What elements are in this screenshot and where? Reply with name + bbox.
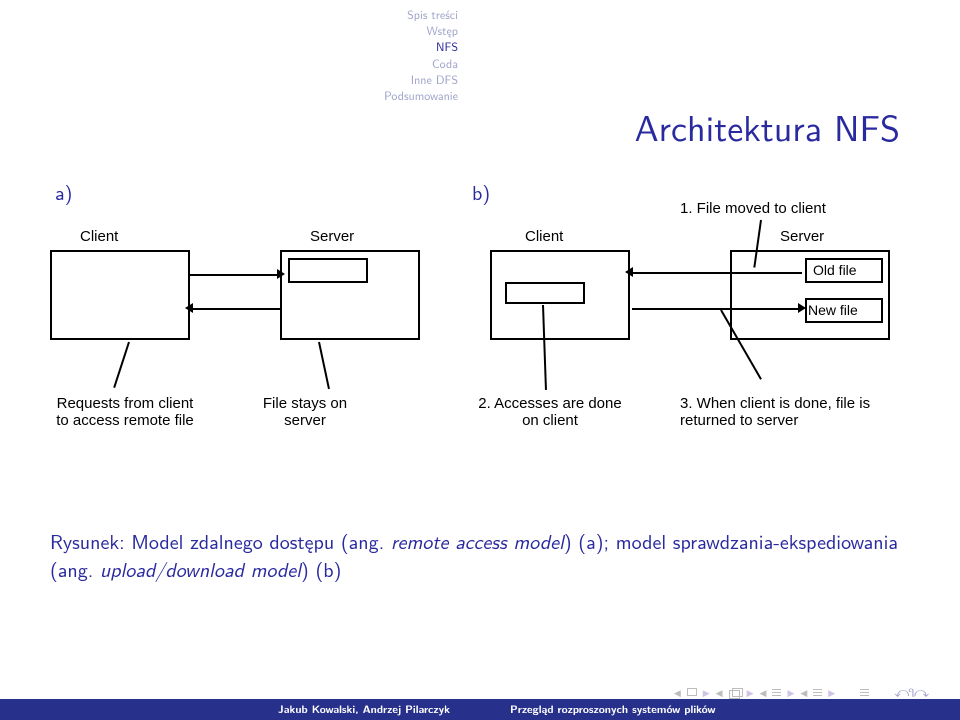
- b-caption-1: 1. File moved to client: [680, 200, 880, 217]
- a-client-label: Client: [80, 228, 118, 245]
- nav-sections: Spis treści Wstęp NFS Coda Inne DFS Pods…: [248, 6, 458, 103]
- a-file-box: [288, 258, 368, 283]
- footer-authors: Jakub Kowalski, Andrzej Pilarczyk: [0, 702, 480, 717]
- arrow-left-icon: [185, 303, 193, 313]
- goto-icon[interactable]: [772, 689, 781, 696]
- diagram: Client Server Requests from client to ac…: [40, 200, 920, 480]
- back-icon[interactable]: ◀: [800, 686, 807, 699]
- outline-icon[interactable]: [860, 689, 869, 696]
- caption-text: Model zdalnego dostępu (ang.: [125, 527, 391, 556]
- caption-em: remote access model: [391, 527, 564, 556]
- nav-item[interactable]: NFS: [248, 38, 458, 54]
- b-caption-2: 2. Accesses are done on client: [470, 395, 630, 429]
- b-caption-3: 3. When client is done, file is returned…: [680, 395, 900, 429]
- nav-item[interactable]: Wstęp: [248, 22, 458, 38]
- b-server-label: Server: [780, 228, 824, 245]
- nav-item[interactable]: Podsumowanie: [248, 87, 458, 103]
- b-arrow-download: [632, 272, 802, 274]
- b-file-on-client: [505, 282, 585, 304]
- slide-title: Architektura NFS: [635, 100, 900, 153]
- prev-slide-icon[interactable]: ◀: [674, 686, 681, 699]
- arrow-right-icon: [798, 303, 806, 313]
- nav-item[interactable]: Inne DFS: [248, 71, 458, 87]
- a-server-label: Server: [310, 228, 354, 245]
- section-icon[interactable]: [687, 688, 697, 696]
- frames-icon[interactable]: [729, 688, 741, 697]
- caption-text: ) (b): [301, 555, 341, 584]
- leader-line: [318, 342, 330, 389]
- next-section-icon[interactable]: ▶: [703, 686, 710, 699]
- figure-caption: Rysunek: Model zdalnego dostępu (ang. re…: [50, 528, 910, 584]
- a-caption-stays: File stays on server: [250, 395, 360, 429]
- a-client-box: [50, 250, 190, 340]
- prev-sub-icon[interactable]: ◀: [760, 686, 767, 699]
- a-caption-requests: Requests from client to access remote fi…: [55, 395, 195, 429]
- footer-bar: Jakub Kowalski, Andrzej Pilarczyk Przegl…: [0, 699, 960, 720]
- arrow-left-icon: [625, 267, 633, 277]
- nav-item[interactable]: Spis treści: [248, 6, 458, 22]
- next-frame-icon[interactable]: ▶: [747, 686, 754, 699]
- b-client-label: Client: [525, 228, 563, 245]
- goto-end-icon[interactable]: [813, 689, 822, 696]
- b-old-file-label: Old file: [813, 262, 857, 278]
- footer-title: Przegląd rozproszonych systemów plików: [480, 702, 960, 717]
- prev-frame-icon[interactable]: ◀: [716, 686, 723, 699]
- forward-icon[interactable]: ▶: [828, 686, 835, 699]
- a-arrow-response: [190, 308, 280, 310]
- a-arrow-request: [190, 274, 280, 276]
- caption-em: upload/download model: [100, 555, 301, 584]
- caption-prefix: Rysunek:: [50, 527, 125, 556]
- arrow-right-icon: [277, 269, 285, 279]
- b-arrow-upload: [632, 308, 802, 310]
- next-sub-icon[interactable]: ▶: [787, 686, 794, 699]
- nav-item[interactable]: Coda: [248, 55, 458, 71]
- b-new-file-label: New file: [808, 302, 858, 318]
- leader-line: [113, 342, 130, 388]
